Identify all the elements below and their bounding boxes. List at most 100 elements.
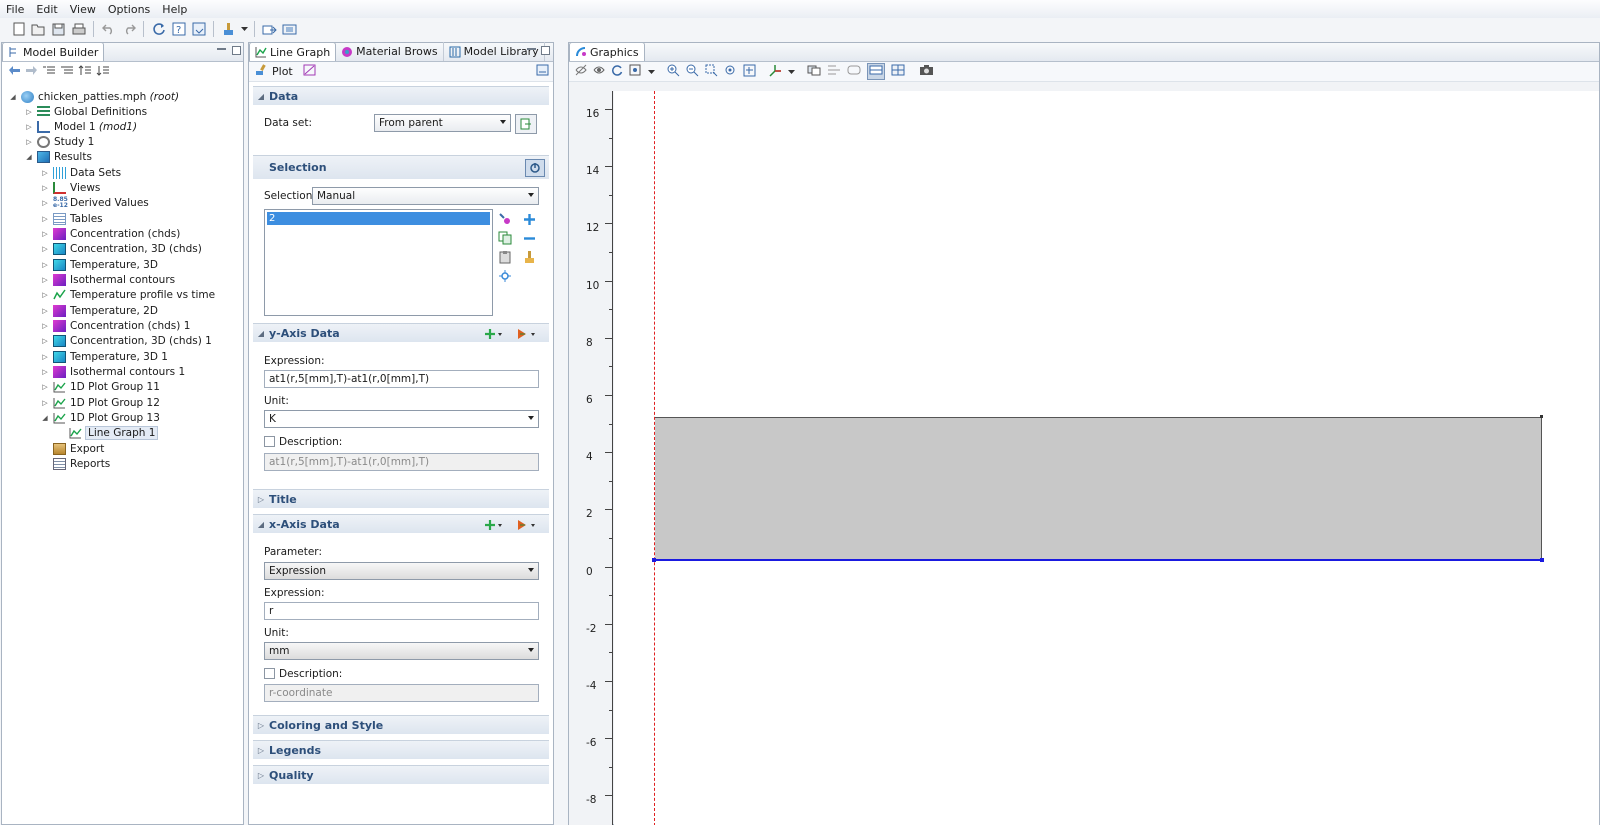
settings-icon[interactable] (281, 21, 298, 38)
collapsed-arrow-icon[interactable]: ▷ (40, 261, 50, 269)
collapsed-arrow-icon[interactable]: ▷ (40, 276, 50, 284)
collapsed-arrow-icon[interactable]: ▷ (40, 215, 50, 223)
tab-model-library[interactable]: Model Library (444, 42, 545, 61)
help-book-icon[interactable] (190, 21, 207, 38)
selection-mode-select[interactable]: Manual (312, 187, 539, 205)
selected-boundary-edge[interactable] (654, 559, 1543, 561)
create-selection-icon[interactable] (498, 269, 512, 283)
dataset-select[interactable]: From parent (374, 114, 511, 132)
y-description-checkbox[interactable] (264, 436, 275, 447)
section-legends[interactable]: ▷ Legends (253, 740, 549, 759)
collapsed-arrow-icon[interactable]: ▷ (24, 138, 34, 146)
expanded-arrow-icon[interactable]: ◢ (8, 93, 18, 101)
collapsed-arrow-icon[interactable]: ▷ (40, 230, 50, 238)
zoom-out-icon[interactable] (686, 64, 699, 80)
y-unit-select[interactable]: K (264, 410, 539, 428)
replace-expression-icon[interactable] (517, 518, 537, 532)
section-title[interactable]: ▷ Title (253, 489, 549, 508)
tree-node-concentration-3d-chds[interactable]: ▷ Concentration, 3D (chds) (40, 241, 202, 256)
x-parameter-select[interactable]: Expression (264, 562, 539, 580)
move-down-icon[interactable] (96, 65, 110, 79)
paste-selection-icon[interactable] (498, 250, 512, 264)
plot-in-window-icon[interactable] (303, 64, 316, 79)
graphics-canvas[interactable] (614, 91, 1599, 825)
section-y-axis-data[interactable]: ◢ y-Axis Data (253, 323, 549, 342)
transparency-icon[interactable] (891, 64, 905, 79)
go-to-source-icon[interactable] (515, 114, 537, 134)
zoom-box-icon[interactable] (705, 64, 718, 80)
insert-expression-icon[interactable] (485, 518, 503, 532)
collapsed-arrow-icon[interactable]: ▷ (40, 322, 50, 330)
camera-icon[interactable] (919, 64, 934, 79)
collapsed-arrow-icon[interactable]: ▷ (40, 383, 50, 391)
zoom-selected-icon[interactable] (724, 64, 737, 80)
insert-expression-icon[interactable] (485, 327, 503, 341)
minimize-button[interactable] (217, 47, 226, 50)
maximize-button[interactable] (232, 46, 241, 55)
tree-node-views[interactable]: ▷ Views (40, 180, 100, 195)
tree-node-root[interactable]: ◢ chicken_patties.mph (root) (8, 89, 179, 104)
menu-view[interactable]: View (64, 3, 102, 16)
zoom-extents-icon[interactable] (743, 64, 756, 80)
tab-graphics[interactable]: Graphics (569, 42, 645, 61)
select-edge-icon[interactable] (847, 64, 861, 79)
collapsed-arrow-icon[interactable]: ▷ (40, 337, 50, 345)
tree-node-results[interactable]: ◢ Results (24, 149, 92, 164)
open-icon[interactable] (30, 21, 47, 38)
tree-node-temperature-profile-vs-time[interactable]: ▷ Temperature profile vs time (40, 287, 215, 302)
chevron-down-icon[interactable] (648, 66, 655, 78)
new-file-icon[interactable] (10, 21, 27, 38)
tree-node-1d-plot-group-11[interactable]: ▷ 1D Plot Group 11 (40, 379, 160, 394)
chevron-down-icon[interactable] (788, 66, 795, 78)
replace-expression-icon[interactable] (517, 327, 537, 341)
tree-node-global-definitions[interactable]: ▷ Global Definitions (24, 104, 147, 119)
add-to-selection-icon[interactable] (522, 212, 536, 226)
chevron-down-icon[interactable] (240, 21, 248, 38)
collapsed-arrow-icon[interactable]: ▷ (40, 169, 50, 177)
tab-material-browser[interactable]: Material Brows (336, 42, 444, 61)
collapsed-arrow-icon[interactable]: ▷ (40, 184, 50, 192)
tree-node-reports[interactable]: Reports (40, 456, 110, 471)
collapsed-arrow-icon[interactable]: ▷ (24, 123, 34, 131)
x-description-input[interactable]: r-coordinate (264, 684, 539, 702)
copy-selection-icon[interactable] (498, 231, 512, 245)
tree-node-study-1[interactable]: ▷ Study 1 (24, 134, 94, 149)
section-quality[interactable]: ▷ Quality (253, 765, 549, 784)
menu-options[interactable]: Options (102, 3, 156, 16)
x-unit-select[interactable]: mm (264, 642, 539, 660)
hide-icon[interactable] (575, 64, 587, 79)
menu-file[interactable]: File (0, 3, 30, 16)
tree-node-1d-plot-group-12[interactable]: ▷ 1D Plot Group 12 (40, 395, 160, 410)
zoom-in-icon[interactable] (667, 64, 680, 80)
wireframe-toggle-icon[interactable] (867, 63, 885, 80)
tree-node-tables[interactable]: ▷ Tables (40, 211, 103, 226)
collapsed-arrow-icon[interactable]: ▷ (40, 368, 50, 376)
collapsed-arrow-icon[interactable]: ▷ (40, 353, 50, 361)
tree-node-data-sets[interactable]: ▷ Data Sets (40, 165, 121, 180)
menu-edit[interactable]: Edit (30, 3, 63, 16)
tab-line-graph[interactable]: Line Graph (249, 42, 337, 61)
tree-node-derived-values[interactable]: ▷ 8.85 e-12 Derived Values (40, 195, 148, 210)
print-icon[interactable] (70, 21, 87, 38)
y-description-input[interactable]: at1(r,5[mm],T)-at1(r,0[mm],T) (264, 453, 539, 471)
undo-icon[interactable] (100, 21, 117, 38)
select-boundary-icon[interactable] (827, 64, 841, 79)
clear-selection-icon[interactable] (522, 250, 536, 264)
collapsed-arrow-icon[interactable]: ▷ (40, 245, 50, 253)
x-description-checkbox[interactable] (264, 668, 275, 679)
section-data[interactable]: ◢ Data (253, 86, 549, 105)
show-icon[interactable] (42, 65, 56, 79)
move-up-icon[interactable] (78, 65, 92, 79)
tab-model-builder[interactable]: Model Builder (2, 42, 105, 61)
x-expression-input[interactable]: r (264, 602, 539, 620)
collapsed-arrow-icon[interactable]: ▷ (24, 108, 34, 116)
refresh-icon[interactable] (611, 64, 623, 79)
activate-selection-icon[interactable] (525, 159, 545, 177)
collapse-icon[interactable] (60, 65, 74, 79)
y-expression-input[interactable]: at1(r,5[mm],T)-at1(r,0[mm],T) (264, 370, 539, 388)
redo-icon[interactable] (120, 21, 137, 38)
paint-brush-icon[interactable] (220, 21, 237, 38)
export-icon[interactable] (261, 21, 278, 38)
remove-from-selection-icon[interactable] (522, 231, 536, 245)
plot-button[interactable]: Plot (272, 65, 293, 78)
